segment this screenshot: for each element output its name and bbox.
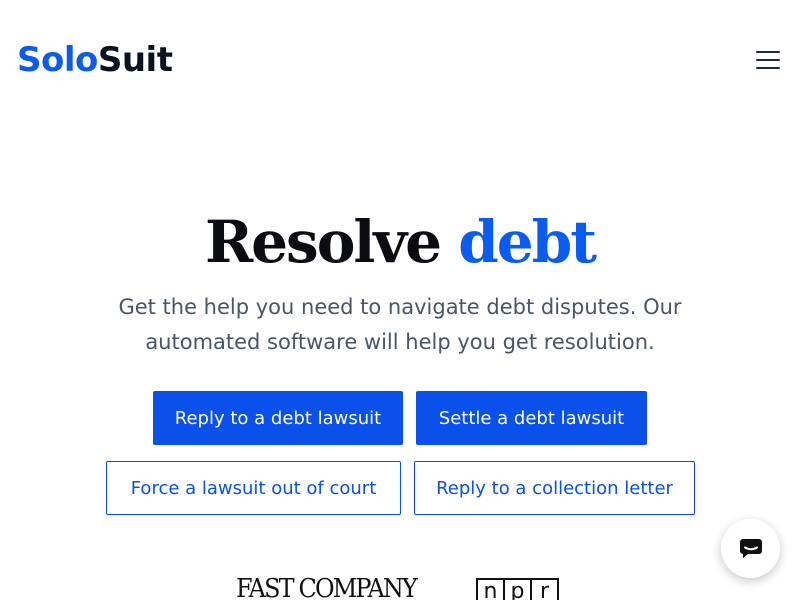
menu-bar [756,67,780,69]
logo-solo-text: Solo [17,40,98,80]
solosuit-logo[interactable]: SoloSuit [17,38,173,82]
npr-letter: n [476,578,505,600]
chat-launcher-button[interactable] [721,519,780,578]
menu-bar [756,59,780,61]
settle-debt-lawsuit-button[interactable]: Settle a debt lawsuit [416,391,647,445]
hero-subtext: Get the help you need to navigate debt d… [118,295,682,354]
npr-logo: n p r [476,578,559,600]
force-lawsuit-out-of-court-button[interactable]: Force a lawsuit out of court [106,461,401,515]
reply-collection-letter-button[interactable]: Reply to a collection letter [414,461,695,515]
page: SoloSuit Resolve debt Get the help you n… [0,0,800,600]
npr-letter: p [503,578,532,600]
headline-accent: debt [458,208,597,276]
npr-letter: r [530,578,559,600]
menu-bar [756,51,780,53]
hero-headline: Resolve debt [0,208,800,276]
chat-bubble-icon [739,538,762,558]
fast-company-logo: FAST COMPANY [236,574,418,600]
reply-debt-lawsuit-button[interactable]: Reply to a debt lawsuit [153,391,403,445]
hamburger-menu-icon[interactable] [752,48,782,74]
logo-suit-text: Suit [97,40,173,80]
headline-main: Resolve [204,208,459,276]
